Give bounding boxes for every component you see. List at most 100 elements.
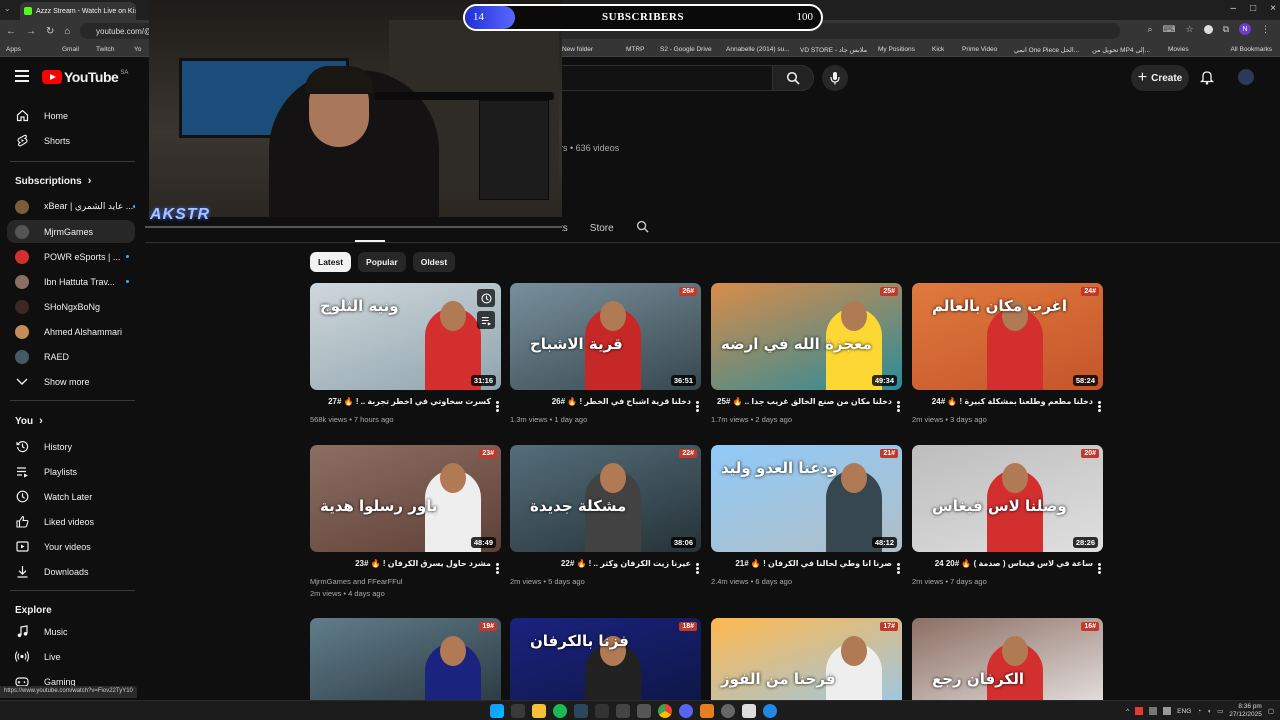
back-icon[interactable]: ← <box>6 26 16 37</box>
wifi-icon[interactable]: ◔ <box>1197 708 1201 715</box>
app-icon[interactable] <box>763 704 777 718</box>
video-title[interactable]: كسرت سخاوتي في اخطر تجربة .. ! 🔥 #27 <box>310 397 501 408</box>
youtube-logo[interactable]: YouTube SA <box>42 69 128 85</box>
voice-search-button[interactable] <box>822 65 848 91</box>
cast-icon[interactable]: ⌨ <box>1162 24 1175 35</box>
bookmark-movies[interactable]: Movies <box>1168 46 1189 53</box>
file-explorer-icon[interactable] <box>532 704 546 718</box>
all-bookmarks[interactable]: All Bookmarks <box>1230 46 1272 53</box>
bookmark-one-piece[interactable]: انمي One Piece الحل... <box>1014 46 1079 54</box>
video-thumbnail[interactable]: باور رسلوا هدية 23# 48:49 <box>310 445 501 552</box>
video-title[interactable]: ساعة في لاس فيغاس ( صدمة ) 🔥 #20 24 <box>912 559 1103 570</box>
more-actions-icon[interactable] <box>897 563 900 574</box>
home-browser-icon[interactable]: ⌂ <box>64 26 70 37</box>
more-actions-icon[interactable] <box>696 563 699 574</box>
windows-start-icon[interactable] <box>490 704 504 718</box>
profile-icon[interactable]: N <box>1239 23 1251 35</box>
subscriptions-heading[interactable]: Subscriptions › <box>15 175 91 187</box>
bookmark-my-positions[interactable]: My Positions <box>878 46 915 53</box>
subscription-item[interactable]: RAED <box>7 345 135 368</box>
sidebar-item-playlists[interactable]: Playlists <box>7 460 135 483</box>
bookmark-drive[interactable]: S2 - Google Drive <box>660 46 712 53</box>
chip-popular[interactable]: Popular <box>358 252 406 272</box>
tab-active[interactable]: Azzz Stream - Watch Live on Ki × <box>20 2 136 20</box>
tab-close-icon[interactable]: × <box>134 7 136 16</box>
video-thumbnail[interactable]: وصلنا لاس فيغاس 20# 28:26 <box>912 445 1103 552</box>
show-more-button[interactable]: Show more <box>7 370 135 393</box>
video-thumbnail[interactable]: ودعنا العدو وليد 21# 48:12 <box>711 445 902 552</box>
sidebar-item-downloads[interactable]: Downloads <box>7 560 135 583</box>
app-icon[interactable] <box>700 704 714 718</box>
bookmark-vd-store[interactable]: VD STORE - ملابس جاد <box>800 46 867 54</box>
tab-list-icon[interactable]: ⌄ <box>4 4 11 13</box>
bookmark-yo[interactable]: Yo <box>134 46 141 53</box>
search-button[interactable] <box>772 65 814 91</box>
video-title[interactable]: عيرنا زيت الكرفان وكثر .. ! 🔥 #22 <box>510 559 701 570</box>
more-actions-icon[interactable] <box>897 401 900 412</box>
maximize-icon[interactable]: □ <box>1250 3 1256 14</box>
notifications-button[interactable] <box>1199 69 1215 88</box>
watch-later-icon[interactable] <box>477 289 495 307</box>
video-thumbnail[interactable]: مشكلة جديدة 22# 38:06 <box>510 445 701 552</box>
subscription-item[interactable]: Ahmed Alshammari <box>7 320 135 343</box>
app-icon[interactable] <box>595 704 609 718</box>
video-card[interactable]: باور رسلوا هدية 23# 48:49 مشرد حاول يسرق ال… <box>310 445 501 600</box>
notification-icon[interactable]: ▢ <box>1268 707 1274 715</box>
create-button[interactable]: + Create <box>1131 65 1189 91</box>
minimize-icon[interactable]: – <box>1231 3 1237 14</box>
video-card[interactable]: وصلنا لاس فيغاس 20# 28:26 ساعة في لاس فيغاس… <box>912 445 1103 588</box>
search-taskbar-icon[interactable] <box>511 704 525 718</box>
video-title[interactable]: صرنا انا وطي لحالنا في الكرفان ! 🔥 #21 <box>711 559 902 570</box>
video-card[interactable]: ونيه الثلوج 31:16 كسرت سخاوتي في اخطر تجرب… <box>310 283 501 426</box>
zoom-icon[interactable]: ⌕ <box>1147 24 1152 35</box>
video-thumbnail[interactable]: ونيه الثلوج 31:16 <box>310 283 501 390</box>
battery-icon[interactable]: ▭ <box>1217 707 1223 715</box>
bookmark-kick[interactable]: Kick <box>932 46 944 53</box>
subscription-item[interactable]: POWR eSports | ... <box>7 245 135 268</box>
account-avatar[interactable] <box>1238 69 1254 85</box>
video-title[interactable]: دخلنا مكان من صنع الخالق غريب جدا .. 🔥 #… <box>711 397 902 408</box>
chrome-icon[interactable] <box>658 704 672 718</box>
spotify-icon[interactable] <box>553 704 567 718</box>
tray-chevron-icon[interactable]: ^ <box>1126 708 1129 715</box>
language-indicator[interactable]: ENG <box>1177 708 1191 715</box>
forward-icon[interactable]: → <box>26 26 36 37</box>
steam-icon[interactable] <box>574 704 588 718</box>
sidebar-item-live[interactable]: Live <box>7 645 135 668</box>
subscription-item[interactable]: MjrmGames <box>7 220 135 243</box>
bookmark-prime-video[interactable]: Prime Video <box>962 46 997 53</box>
sidebar-item-music[interactable]: Music <box>7 620 135 643</box>
video-channels[interactable]: MjrmGames and FFearFFul <box>310 576 501 588</box>
app-icon[interactable] <box>742 704 756 718</box>
more-actions-icon[interactable] <box>1098 563 1101 574</box>
video-thumbnail[interactable]: معجزة الله في ارضه 25# 49:34 <box>711 283 902 390</box>
bookmark-new-folder[interactable]: New folder <box>562 46 593 53</box>
video-card[interactable]: مشكلة جديدة 22# 38:06 عيرنا زيت الكرفان وكث… <box>510 445 701 588</box>
sidebar-item-your-videos[interactable]: Your videos <box>7 535 135 558</box>
sidebar-item-watch-later[interactable]: Watch Later <box>7 485 135 508</box>
more-actions-icon[interactable] <box>696 401 699 412</box>
volume-icon[interactable]: ◖ <box>1207 708 1211 715</box>
more-actions-icon[interactable] <box>496 401 499 412</box>
sidebar-item-history[interactable]: History <box>7 435 135 458</box>
app-icon[interactable] <box>637 704 651 718</box>
bookmark-mp4[interactable]: تحويل من MP4 إلى... <box>1092 46 1150 54</box>
video-card[interactable]: قرية الاشباح 26# 36:51 دخلنا قرية اشباح في … <box>510 283 701 426</box>
video-card[interactable]: معجزة الله في ارضه 25# 49:34 دخلنا مكان من … <box>711 283 902 426</box>
video-card[interactable]: ودعنا العدو وليد 21# 48:12 صرنا انا وطي لحا… <box>711 445 902 588</box>
bookmark-apps[interactable]: Apps <box>6 46 21 53</box>
subscription-item[interactable]: xBear | عايد الشمري ... <box>7 195 135 218</box>
subscription-item[interactable]: Ibn Hattuta Trav... <box>7 270 135 293</box>
subscription-item[interactable]: SHoNgxBoNg <box>7 295 135 318</box>
tray-icon[interactable] <box>1135 707 1144 715</box>
tab-store[interactable]: Store <box>590 223 614 234</box>
bookmark-annabelle[interactable]: Annabelle (2014) su... <box>726 46 790 53</box>
sidebar-item-shorts[interactable]: Shorts <box>7 129 135 152</box>
sidebar-item-home[interactable]: Home <box>7 104 135 127</box>
video-thumbnail[interactable]: قرية الاشباح 26# 36:51 <box>510 283 701 390</box>
chip-oldest[interactable]: Oldest <box>412 252 456 272</box>
channel-search-icon[interactable] <box>636 220 649 236</box>
search-input[interactable] <box>560 65 772 91</box>
browser-menu-icon[interactable]: ⋮ <box>1261 24 1270 35</box>
bookmark-gmail[interactable]: Gmail <box>62 46 79 53</box>
